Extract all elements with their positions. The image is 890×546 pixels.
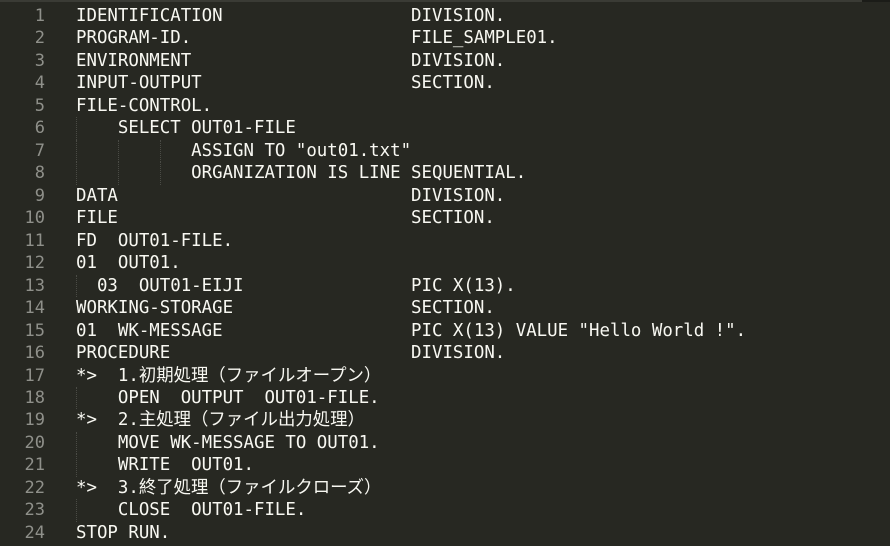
line-text: WRITE OUT01. [76, 455, 254, 476]
line-text: ENVIRONMENT DIVISION. [76, 50, 506, 71]
code-line[interactable]: 23 CLOSE OUT01-FILE. [0, 499, 890, 522]
line-text: INPUT-OUTPUT SECTION. [76, 73, 495, 94]
code-line[interactable]: 8 ORGANIZATION IS LINE SEQUENTIAL. [0, 162, 890, 185]
code-line[interactable]: 21 WRITE OUT01. [0, 454, 890, 477]
line-text: DATA DIVISION. [76, 185, 506, 206]
code-line[interactable]: 15 01 WK-MESSAGE PIC X(13) VALUE "Hello W… [0, 320, 890, 342]
line-number: 17 [24, 365, 45, 386]
line-number: 11 [24, 230, 45, 251]
line-number: 4 [34, 73, 45, 94]
line-number: 21 [24, 455, 45, 476]
line-number: 3 [34, 50, 45, 71]
line-text: OPEN OUTPUT OUT01-FILE. [76, 387, 380, 408]
line-text: MOVE WK-MESSAGE TO OUT01. [76, 432, 380, 453]
line-number: 15 [24, 320, 45, 341]
line-number: 18 [24, 387, 45, 408]
line-number: 9 [34, 185, 45, 206]
code-line[interactable]: 20 MOVE WK-MESSAGE TO OUT01. [0, 431, 890, 455]
line-text: ORGANIZATION IS LINE SEQUENTIAL. [76, 163, 527, 184]
code-line[interactable]: 12 01 OUT01. [0, 252, 890, 274]
line-number: 5 [34, 95, 45, 116]
line-text: *> 3.終了処理（ファイルクローズ） [76, 477, 382, 498]
line-number: 24 [24, 522, 45, 543]
line-text: 01 WK-MESSAGE PIC X(13) VALUE "Hello Wor… [76, 320, 747, 341]
code-line[interactable]: 6 SELECT OUT01-FILE [0, 117, 890, 140]
code-line[interactable]: 24 STOP RUN. [0, 522, 890, 544]
line-number: 12 [24, 253, 45, 274]
line-number: 7 [34, 140, 45, 161]
code-line[interactable]: 3 ENVIRONMENT DIVISION. [0, 50, 890, 72]
line-text: PROGRAM-ID. FILE_SAMPLE01. [76, 28, 558, 49]
line-text: ASSIGN TO "out01.txt" [76, 140, 412, 161]
line-number: 19 [24, 410, 45, 431]
line-number: 23 [24, 500, 45, 521]
line-text: PROCEDURE DIVISION. [76, 343, 506, 364]
line-text: FILE-CONTROL. [76, 95, 213, 116]
line-text: IDENTIFICATION DIVISION. [76, 6, 506, 26]
line-text: FD OUT01-FILE. [76, 230, 234, 251]
line-text: WORKING-STORAGE SECTION. [76, 298, 495, 319]
code-line[interactable]: 19 *> 2.主処理（ファイル出力処理） [0, 409, 890, 431]
line-text: *> 1.初期処理（ファイルオープン） [76, 365, 382, 386]
code-line[interactable]: 11 FD OUT01-FILE. [0, 230, 890, 252]
code-line[interactable]: 18 OPEN OUTPUT OUT01-FILE. [0, 386, 890, 410]
line-text: *> 2.主処理（ファイル出力処理） [76, 410, 365, 431]
line-number: 10 [24, 208, 45, 229]
code-lines: 1 IDENTIFICATION DIVISION. 2 PROGRAM-ID. F… [0, 5, 890, 544]
code-line[interactable]: 16 PROCEDURE DIVISION. [0, 342, 890, 364]
code-line[interactable]: 14 WORKING-STORAGE SECTION. [0, 297, 890, 319]
code-line[interactable]: 10 FILE SECTION. [0, 207, 890, 229]
line-text: 03 OUT01-EIJI PIC X(13). [76, 275, 516, 296]
code-editor[interactable]: 1 IDENTIFICATION DIVISION. 2 PROGRAM-ID. F… [0, 0, 890, 546]
code-line[interactable]: 7 ASSIGN TO "out01.txt" [0, 139, 890, 163]
line-number: 2 [34, 28, 45, 49]
line-text: CLOSE OUT01-FILE. [76, 500, 307, 521]
line-number: 13 [24, 275, 45, 296]
code-line[interactable]: 17 *> 1.初期処理（ファイルオープン） [0, 365, 890, 387]
line-number: 1 [34, 6, 45, 26]
line-number: 16 [24, 343, 45, 364]
horizontal-scrollbar[interactable] [0, 0, 890, 2]
line-number: 6 [34, 118, 45, 139]
line-number: 14 [24, 298, 45, 319]
line-text: FILE SECTION. [76, 208, 495, 229]
code-line[interactable]: 1 IDENTIFICATION DIVISION. [0, 5, 890, 27]
code-line[interactable]: 22 *> 3.終了処理（ファイルクローズ） [0, 477, 890, 499]
line-number: 22 [24, 477, 45, 498]
line-number: 20 [24, 432, 45, 453]
code-line[interactable]: 4 INPUT-OUTPUT SECTION. [0, 72, 890, 94]
code-line[interactable]: 9 DATA DIVISION. [0, 185, 890, 207]
code-line[interactable]: 2 PROGRAM-ID. FILE_SAMPLE01. [0, 27, 890, 49]
code-line[interactable]: 5 FILE-CONTROL. [0, 95, 890, 117]
line-text: STOP RUN. [76, 522, 171, 543]
code-line[interactable]: 13 03 OUT01-EIJI PIC X(13). [0, 274, 890, 298]
line-number: 8 [34, 163, 45, 184]
line-text: SELECT OUT01-FILE [76, 118, 296, 139]
scrollbar-thumb[interactable] [862, 0, 890, 2]
line-text: 01 OUT01. [76, 253, 181, 274]
